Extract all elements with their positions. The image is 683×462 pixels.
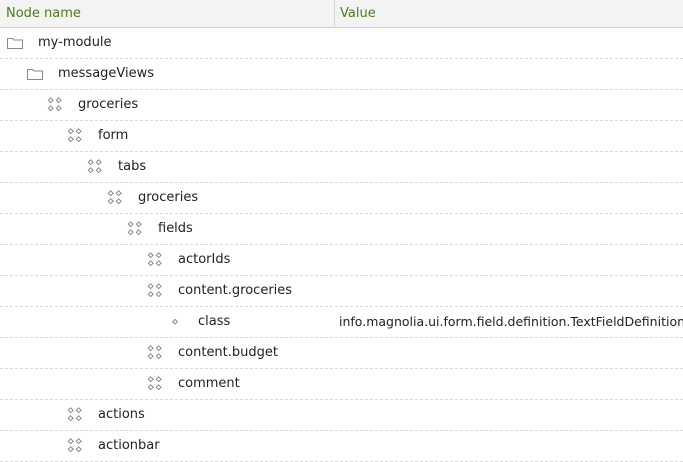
tree-row[interactable]: actorIds xyxy=(0,245,683,276)
content-node-icon xyxy=(106,190,124,206)
node-name: messageViews xyxy=(58,66,155,81)
property-icon xyxy=(166,314,184,330)
tree-row[interactable]: class info.magnolia.ui.form.field.definit… xyxy=(0,307,683,338)
content-node-icon xyxy=(146,252,164,268)
node-name: tabs xyxy=(118,159,147,174)
content-node-icon xyxy=(66,128,84,144)
folder-icon xyxy=(6,35,24,51)
tree-row[interactable]: groceries xyxy=(0,183,683,214)
tree-row[interactable]: content.budget xyxy=(0,338,683,369)
node-name: fields xyxy=(158,221,193,236)
tree-row[interactable]: tabs xyxy=(0,152,683,183)
tree-row[interactable]: my-module xyxy=(0,28,683,59)
column-header-value[interactable]: Value xyxy=(340,0,376,28)
content-node-icon xyxy=(126,221,144,237)
column-header-node-name[interactable]: Node name xyxy=(6,0,81,28)
node-name: my-module xyxy=(38,35,112,50)
column-divider[interactable] xyxy=(334,0,335,28)
tree-row[interactable]: form xyxy=(0,121,683,152)
node-name: class xyxy=(198,314,231,329)
node-name: content.budget xyxy=(178,345,278,360)
content-node-icon xyxy=(66,407,84,423)
tree-row[interactable]: messageViews xyxy=(0,59,683,90)
tree-row[interactable]: groceries xyxy=(0,90,683,121)
node-name: form xyxy=(98,128,129,143)
node-name: groceries xyxy=(78,97,139,112)
tree-row[interactable]: content.groceries xyxy=(0,276,683,307)
node-name: content.groceries xyxy=(178,283,293,298)
content-node-icon xyxy=(146,345,164,361)
node-value: info.magnolia.ui.form.field.definition.T… xyxy=(339,314,683,329)
tree-row[interactable]: comment xyxy=(0,369,683,400)
content-node-icon xyxy=(46,97,64,113)
folder-icon xyxy=(26,66,44,82)
tree-row[interactable]: actionbar xyxy=(0,431,683,462)
content-node-icon xyxy=(86,159,104,175)
tree-rows: my-module messageViews groceries form tabs gr… xyxy=(0,28,683,462)
node-name: actionbar xyxy=(98,438,160,453)
tree-row[interactable]: actions xyxy=(0,400,683,431)
content-node-icon xyxy=(146,283,164,299)
node-name: actions xyxy=(98,407,145,422)
node-name: comment xyxy=(178,376,240,391)
content-node-icon xyxy=(66,438,84,454)
node-name: groceries xyxy=(138,190,199,205)
tree-row[interactable]: fields xyxy=(0,214,683,245)
node-name: actorIds xyxy=(178,252,231,267)
content-node-icon xyxy=(146,376,164,392)
tree-header: Node name Value xyxy=(0,0,683,28)
